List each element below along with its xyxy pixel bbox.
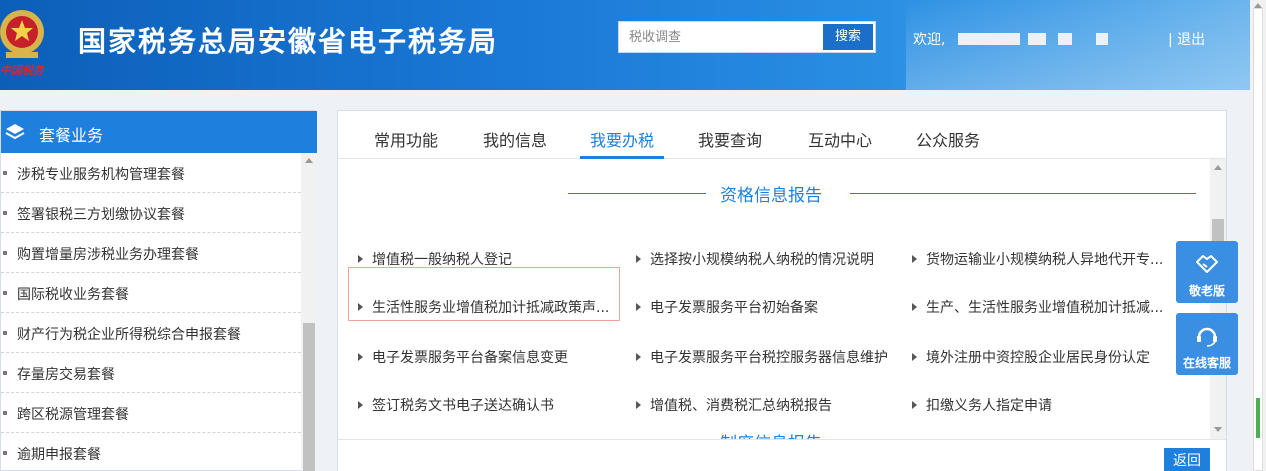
sidebar-item[interactable]: 国际税收业务套餐	[1, 273, 301, 313]
arrow-right-icon	[912, 255, 917, 263]
sidebar-item[interactable]: 存量房交易套餐	[1, 353, 301, 393]
section-title: 资格信息报告	[720, 186, 822, 206]
elder-mode-button[interactable]: 敬老版	[1176, 241, 1238, 303]
scroll-up-icon[interactable]	[1214, 165, 1222, 170]
service-link[interactable]: 签订税务文书电子送达确认书	[358, 395, 554, 415]
search-input[interactable]	[619, 22, 815, 52]
tab-common-functions[interactable]: 常用功能	[374, 127, 438, 151]
bullet-icon	[3, 411, 7, 415]
sidebar-item[interactable]: 跨区税源管理套餐	[1, 393, 301, 433]
next-section-title: 制度信息报告	[720, 429, 822, 439]
online-service-label: 在线客服	[1182, 356, 1231, 370]
panel-footer: 返回	[338, 439, 1226, 471]
scroll-thumb[interactable]	[303, 323, 315, 471]
arrow-right-icon	[636, 401, 641, 409]
site-title: 国家税务总局安徽省电子税务局	[78, 25, 499, 58]
service-link[interactable]: 增值税、消费税汇总纳税报告	[636, 395, 832, 415]
section-divider	[850, 193, 1196, 194]
site-header: 中国税务 国家税务总局安徽省电子税务局 搜索 欢迎, | 退出	[0, 0, 1266, 90]
service-link[interactable]: 电子发票服务平台税控服务器信息维护	[636, 347, 888, 367]
section-divider	[568, 193, 706, 194]
sidebar-item[interactable]: 涉税专业服务机构管理套餐	[1, 153, 301, 193]
service-link[interactable]: 增值税一般纳税人登记	[358, 249, 512, 269]
arrow-right-icon	[636, 303, 641, 311]
tab-bar: 常用功能 我的信息 我要办税 我要查询 互动中心 公众服务	[338, 111, 1226, 159]
sidebar-title: 套餐业务	[39, 126, 104, 145]
scroll-up-icon[interactable]	[305, 158, 313, 163]
sidebar-list: 涉税专业服务机构管理套餐 签署银税三方划缴协议套餐 购置增量房涉税业务办理套餐 …	[1, 153, 301, 471]
service-link[interactable]: 生产、生活性服务业增值税加计抵减...	[912, 297, 1163, 317]
username-redacted	[958, 30, 1108, 46]
arrow-right-icon	[636, 353, 641, 361]
search-bar: 搜索	[618, 21, 876, 53]
arrow-right-icon	[912, 353, 917, 361]
layers-icon	[5, 124, 25, 140]
arrow-right-icon	[358, 401, 363, 409]
bullet-icon	[3, 251, 7, 255]
main-panel: 常用功能 我的信息 我要办税 我要查询 互动中心 公众服务 资格信息报告 增值税…	[337, 110, 1227, 471]
service-link[interactable]: 境外注册中资控股企业居民身份认定	[912, 347, 1150, 367]
scroll-position-marker	[1256, 398, 1260, 438]
scroll-up-icon[interactable]	[1254, 3, 1262, 8]
bullet-icon	[3, 211, 7, 215]
tab-public-service[interactable]: 公众服务	[916, 127, 980, 151]
page-scrollbar[interactable]	[1250, 0, 1266, 471]
service-link[interactable]: 货物运输业小规模纳税人异地代开专...	[912, 249, 1163, 269]
arrow-right-icon	[358, 353, 363, 361]
elder-mode-label: 敬老版	[1188, 284, 1225, 298]
tab-my-info[interactable]: 我的信息	[483, 127, 547, 151]
scroll-down-icon[interactable]	[1214, 427, 1222, 432]
bullet-icon	[3, 451, 7, 455]
logout-link[interactable]: | 退出	[1168, 29, 1205, 49]
sidebar-item[interactable]: 逾期申报套餐	[1, 433, 301, 471]
bullet-icon	[3, 291, 7, 295]
arrow-right-icon	[912, 401, 917, 409]
sidebar-item[interactable]: 签署银税三方划缴协议套餐	[1, 193, 301, 233]
handshake-icon	[1196, 255, 1218, 273]
sidebar-scrollbar[interactable]	[301, 153, 317, 471]
sidebar-header: 套餐业务	[1, 111, 317, 153]
service-link[interactable]: 选择按小规模纳税人纳税的情况说明	[636, 249, 874, 269]
arrow-right-icon	[912, 303, 917, 311]
tab-file-tax[interactable]: 我要办税	[590, 127, 654, 151]
arrow-right-icon	[358, 255, 363, 263]
service-link[interactable]: 电子发票服务平台初始备案	[636, 297, 818, 317]
service-link[interactable]: 扣缴义务人指定申请	[912, 395, 1052, 415]
search-button[interactable]: 搜索	[823, 24, 873, 50]
welcome-text: 欢迎,	[913, 32, 946, 48]
service-link[interactable]: 电子发票服务平台备案信息变更	[358, 347, 568, 367]
arrow-right-icon	[358, 303, 363, 311]
headset-icon	[1197, 327, 1217, 347]
bullet-icon	[3, 371, 7, 375]
bullet-icon	[3, 171, 7, 175]
package-sidebar: 套餐业务 涉税专业服务机构管理套餐 签署银税三方划缴协议套餐 购置增量房涉税业务…	[0, 110, 317, 471]
service-link[interactable]: 生活性服务业增值税加计抵减政策声...	[358, 297, 609, 317]
online-service-button[interactable]: 在线客服	[1176, 313, 1238, 375]
tab-interaction[interactable]: 互动中心	[808, 127, 872, 151]
arrow-right-icon	[636, 255, 641, 263]
tab-query[interactable]: 我要查询	[698, 127, 762, 151]
back-button[interactable]: 返回	[1164, 448, 1210, 471]
bullet-icon	[3, 331, 7, 335]
sidebar-item[interactable]: 财产行为税企业所得税综合申报套餐	[1, 313, 301, 353]
service-content: 资格信息报告 增值税一般纳税人登记 选择按小规模纳税人纳税的情况说明 货物运输业…	[338, 159, 1210, 439]
sidebar-item[interactable]: 购置增量房涉税业务办理套餐	[1, 233, 301, 273]
emblem-caption: 中国税务	[0, 64, 44, 77]
